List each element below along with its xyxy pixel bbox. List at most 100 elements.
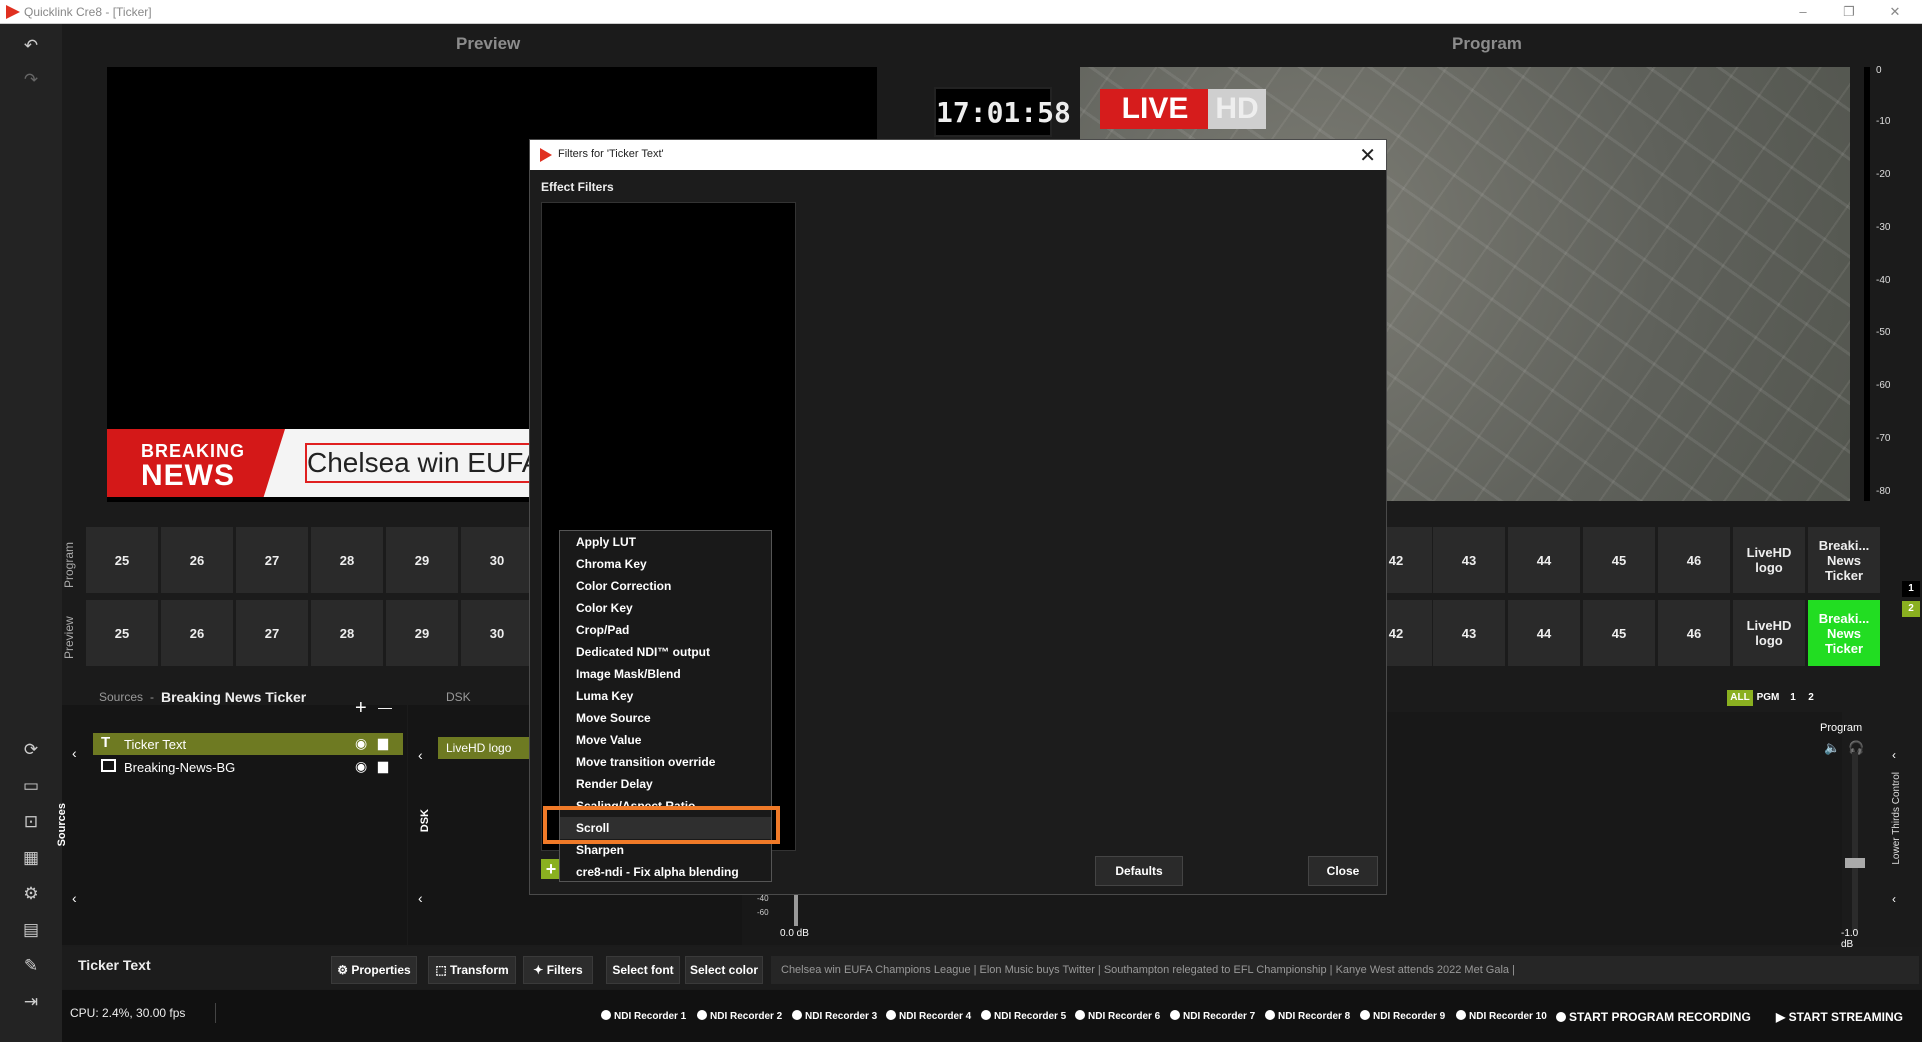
close-button[interactable]: Close — [1308, 856, 1378, 886]
ndi-recorder-toggle[interactable]: NDI Recorder 6 — [1075, 1010, 1160, 1022]
layer-badge-2[interactable]: 2 — [1902, 601, 1920, 617]
menu-item-dedicated-ndi-output[interactable]: Dedicated NDI™ output — [560, 641, 771, 663]
dsk-item[interactable]: LiveHD logo — [438, 737, 534, 759]
preview-button[interactable]: 27 — [236, 600, 308, 666]
ndi-recorder-toggle[interactable]: NDI Recorder 1 — [601, 1010, 686, 1022]
start-recording-button[interactable]: START PROGRAM RECORDING — [1556, 1010, 1751, 1024]
menu-item-fix-alpha-blending[interactable]: cre8-ndi - Fix alpha blending — [560, 861, 771, 883]
refresh-icon[interactable]: ⟳ — [21, 740, 41, 760]
menu-item-color-correction[interactable]: Color Correction — [560, 575, 771, 597]
lock-icon[interactable]: ▆ — [378, 735, 388, 751]
gear-icon[interactable]: ⚙ — [21, 884, 41, 904]
exit-icon[interactable]: ⇥ — [21, 992, 41, 1012]
ndi-recorder-toggle[interactable]: NDI Recorder 2 — [697, 1010, 782, 1022]
menu-item-move-value[interactable]: Move Value — [560, 729, 771, 751]
radio-dot — [792, 1010, 802, 1020]
speaker-icon[interactable]: 🔈 — [1824, 740, 1840, 756]
lock-icon[interactable]: ▆ — [378, 758, 388, 774]
chevron-left-icon[interactable]: ‹ — [1892, 892, 1896, 906]
menu-item-luma-key[interactable]: Luma Key — [560, 685, 771, 707]
defaults-button[interactable]: Defaults — [1095, 856, 1183, 886]
tab-1[interactable]: 1 — [1784, 690, 1802, 706]
preview-button[interactable]: 28 — [311, 600, 383, 666]
program-button[interactable]: 30 — [461, 527, 533, 593]
program-button[interactable]: 29 — [386, 527, 458, 593]
program-button[interactable]: 44 — [1508, 527, 1580, 593]
preview-button[interactable]: 44 — [1508, 600, 1580, 666]
source-db-value: 0.0 dB — [780, 928, 809, 939]
ndi-recorder-toggle[interactable]: NDI Recorder 5 — [981, 1010, 1066, 1022]
program-button[interactable]: LiveHD logo — [1733, 527, 1805, 593]
folder-icon[interactable]: ▤ — [21, 920, 41, 940]
add-source-button[interactable]: + — [355, 697, 367, 720]
preview-button-active[interactable]: Breaki... News Ticker — [1808, 600, 1880, 666]
news-ticker-text-field[interactable]: Chelsea win EUFA Champions League | Elon… — [771, 956, 1919, 984]
program-button[interactable]: 27 — [236, 527, 308, 593]
preview-button[interactable]: LiveHD logo — [1733, 600, 1805, 666]
layer-badge-1[interactable]: 1 — [1902, 581, 1920, 597]
eye-icon[interactable]: ◉ — [355, 735, 367, 752]
selection-box[interactable] — [305, 443, 537, 483]
add-filter-button[interactable]: + — [541, 859, 561, 879]
program-button[interactable]: 26 — [161, 527, 233, 593]
filters-button[interactable]: ✦ Filters — [523, 956, 593, 984]
tab-pgm[interactable]: PGM — [1754, 690, 1782, 706]
close-window-button[interactable]: ✕ — [1872, 0, 1918, 24]
source-volume-slider[interactable] — [794, 890, 798, 926]
source-item-ticker-text[interactable]: T Ticker Text ◉ ▆ — [93, 733, 403, 755]
menu-item-crop-pad[interactable]: Crop/Pad — [560, 619, 771, 641]
ndi-recorder-toggle[interactable]: NDI Recorder 9 — [1360, 1010, 1445, 1022]
preview-button[interactable]: 26 — [161, 600, 233, 666]
program-button[interactable]: Breaki... News Ticker — [1808, 527, 1880, 593]
menu-item-chroma-key[interactable]: Chroma Key — [560, 553, 771, 575]
preview-button[interactable]: 43 — [1433, 600, 1505, 666]
program-button[interactable]: 46 — [1658, 527, 1730, 593]
program-button[interactable]: 25 — [86, 527, 158, 593]
menu-item-render-delay[interactable]: Render Delay — [560, 773, 771, 795]
program-button[interactable]: 45 — [1583, 527, 1655, 593]
undo-icon[interactable]: ↶ — [21, 36, 41, 56]
ndi-recorder-toggle[interactable]: NDI Recorder 4 — [886, 1010, 971, 1022]
source-item-breaking-news-bg[interactable]: Breaking-News-BG ◉ ▆ — [93, 756, 403, 778]
tab-2[interactable]: 2 — [1802, 690, 1820, 706]
start-streaming-button[interactable]: ▶ START STREAMING — [1776, 1010, 1903, 1024]
lower-thirds-control-label[interactable]: Lower Thirds Control — [1891, 772, 1902, 865]
properties-button[interactable]: ⚙ Properties — [331, 956, 417, 984]
preview-button[interactable]: 25 — [86, 600, 158, 666]
tools-icon[interactable]: ✎ — [21, 956, 41, 976]
collapse-left-icon[interactable]: ‹ — [418, 747, 423, 763]
select-color-button[interactable]: Select color — [685, 956, 763, 984]
grid-icon[interactable]: ▦ — [21, 848, 41, 868]
ndi-recorder-toggle[interactable]: NDI Recorder 8 — [1265, 1010, 1350, 1022]
ndi-recorder-toggle[interactable]: NDI Recorder 7 — [1170, 1010, 1255, 1022]
program-button[interactable]: 43 — [1433, 527, 1505, 593]
redo-icon[interactable]: ↷ — [21, 70, 41, 90]
preview-button[interactable]: 30 — [461, 600, 533, 666]
preview-button[interactable]: 45 — [1583, 600, 1655, 666]
maximize-button[interactable]: ❐ — [1826, 0, 1872, 24]
menu-item-apply-lut[interactable]: Apply LUT — [560, 531, 771, 553]
menu-item-image-mask-blend[interactable]: Image Mask/Blend — [560, 663, 771, 685]
eye-icon[interactable]: ◉ — [355, 758, 367, 775]
monitor-icon[interactable]: ▭ — [21, 776, 41, 796]
collapse-left-icon[interactable]: ‹ — [72, 890, 77, 906]
chevron-left-icon[interactable]: ‹ — [1892, 748, 1896, 762]
program-button[interactable]: 28 — [311, 527, 383, 593]
remove-source-button[interactable]: — — [378, 699, 392, 715]
program-volume-slider[interactable] — [1845, 858, 1865, 868]
menu-item-move-transition-override[interactable]: Move transition override — [560, 751, 771, 773]
preview-button[interactable]: 29 — [386, 600, 458, 666]
menu-item-move-source[interactable]: Move Source — [560, 707, 771, 729]
dialog-close-icon[interactable]: ✕ — [1359, 143, 1376, 168]
ndi-recorder-toggle[interactable]: NDI Recorder 3 — [792, 1010, 877, 1022]
collapse-left-icon[interactable]: ‹ — [418, 890, 423, 906]
select-font-button[interactable]: Select font — [606, 956, 680, 984]
screen-icon[interactable]: ⊡ — [21, 812, 41, 832]
ndi-recorder-toggle[interactable]: NDI Recorder 10 — [1456, 1010, 1547, 1022]
minimize-button[interactable]: – — [1780, 0, 1826, 24]
collapse-left-icon[interactable]: ‹ — [72, 745, 77, 761]
tab-all[interactable]: ALL — [1727, 690, 1753, 706]
menu-item-color-key[interactable]: Color Key — [560, 597, 771, 619]
transform-button[interactable]: ⬚ Transform — [428, 956, 516, 984]
preview-button[interactable]: 46 — [1658, 600, 1730, 666]
